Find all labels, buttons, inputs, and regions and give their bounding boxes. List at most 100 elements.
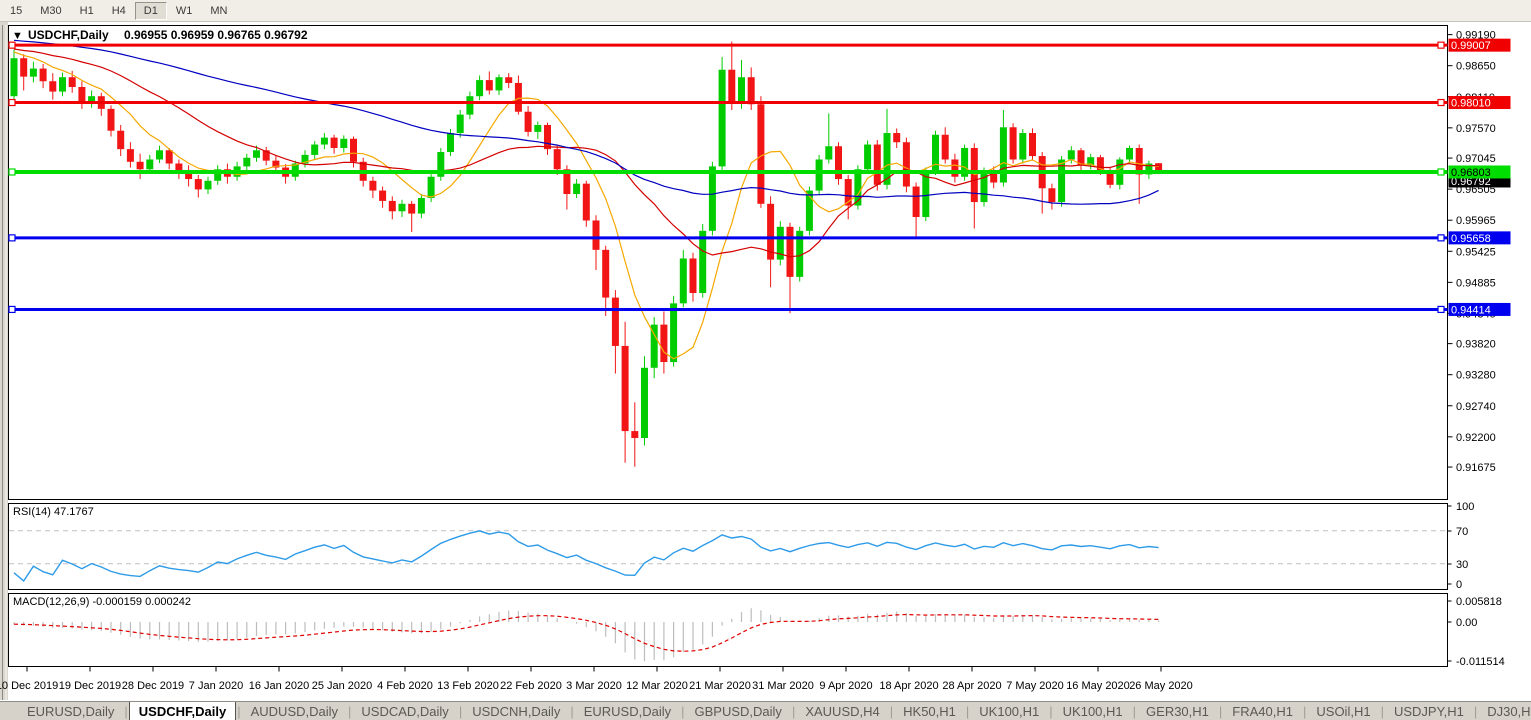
candle-body	[369, 181, 376, 191]
date-label: 3 Mar 2020	[566, 680, 622, 692]
rsi-indicator-label: RSI(14) 47.1767	[13, 506, 94, 518]
chart-tab-gbpusd-daily[interactable]: GBPUSD,Daily	[686, 702, 791, 720]
date-axis[interactable]: 10 Dec 201919 Dec 201928 Dec 20197 Jan 2…	[0, 667, 1193, 693]
chart-tab-audusd-daily[interactable]: AUDUSD,Daily	[242, 702, 347, 720]
candle-body	[253, 150, 260, 157]
hline-handle[interactable]	[9, 42, 15, 48]
price-tick-label: 0.97570	[1456, 123, 1496, 135]
candle-body	[108, 109, 115, 131]
macd-indicator-label: MACD(12,26,9) -0.000159 0.000242	[13, 596, 191, 608]
candle-body	[525, 112, 532, 132]
candle-body	[408, 204, 415, 214]
date-label: 16 Jan 2020	[249, 680, 310, 692]
date-label: 7 Jan 2020	[189, 680, 243, 692]
price-tick-label: 0.97045	[1456, 153, 1496, 165]
hline-handle[interactable]	[1438, 42, 1444, 48]
candle-body	[243, 158, 250, 167]
chart-tab-usoil-h1[interactable]: USOil,H1	[1307, 702, 1379, 720]
candle-body	[11, 58, 18, 96]
macd-panel[interactable]	[9, 594, 1448, 667]
candle-body	[913, 187, 920, 217]
date-label: 21 Mar 2020	[689, 680, 751, 692]
hline-handle[interactable]	[9, 306, 15, 312]
timeframe-button-h1[interactable]: H1	[71, 2, 103, 20]
date-label: 18 Apr 2020	[879, 680, 938, 692]
chart-tab-eurusd-daily[interactable]: EURUSD,Daily	[575, 702, 680, 720]
object-arrow-icon[interactable]: ▼	[12, 30, 23, 42]
candle-body	[951, 159, 958, 176]
candle-body	[835, 146, 842, 179]
candle-body	[1000, 127, 1007, 182]
hline-handle[interactable]	[1438, 169, 1444, 175]
chart-tab-hk50-h1[interactable]: HK50,H1	[894, 702, 965, 720]
chart-tab-xauusd-h4[interactable]: XAUUSD,H4	[796, 702, 888, 720]
candle-body	[825, 146, 832, 159]
macd-axis-label: 0.00	[1456, 617, 1477, 629]
candle-body	[30, 69, 37, 77]
timeframe-button-d1[interactable]: D1	[135, 2, 167, 20]
macd-axis-label: -0.011514	[1456, 656, 1505, 668]
candle-body	[166, 150, 173, 163]
hline-handle[interactable]	[9, 235, 15, 241]
chart-area[interactable]: 0.991900.986500.981100.975700.970450.965…	[0, 22, 1531, 700]
window-left-edge	[0, 22, 8, 700]
mt4-window: 15M30H1H4D1W1MN 0.991900.986500.981100.9…	[0, 0, 1531, 720]
candle-body	[1048, 188, 1055, 202]
date-label: 31 Mar 2020	[752, 680, 814, 692]
candle-body	[709, 166, 716, 230]
hline-handle[interactable]	[1438, 235, 1444, 241]
candle-body	[622, 346, 629, 431]
candle-body	[728, 70, 735, 103]
chart-tab-usdcad-daily[interactable]: USDCAD,Daily	[352, 702, 457, 720]
candle-body	[816, 159, 823, 190]
date-label: 12 Mar 2020	[626, 680, 688, 692]
candle-body	[699, 231, 706, 293]
chart-tab-ger30-h1[interactable]: GER30,H1	[1137, 702, 1218, 720]
rsi-axis-label: 100	[1456, 501, 1474, 513]
chart-tab-fra40-h1[interactable]: FRA40,H1	[1223, 702, 1302, 720]
candle-body	[903, 142, 910, 186]
timeframe-button-m30[interactable]: M30	[31, 2, 70, 20]
hline-handle[interactable]	[1438, 100, 1444, 106]
hline-handle[interactable]	[1438, 306, 1444, 312]
candle-body	[311, 145, 318, 155]
chart-tab-eurusd-daily[interactable]: EURUSD,Daily	[18, 702, 123, 720]
chart-tab-usdjpy-h1[interactable]: USDJPY,H1	[1385, 702, 1473, 720]
timeframe-button-h4[interactable]: H4	[103, 2, 135, 20]
chart-tab-uk100-h1[interactable]: UK100,H1	[1054, 702, 1132, 720]
candle-body	[787, 227, 794, 277]
main-chart-panel[interactable]	[9, 26, 1448, 500]
rsi-panel[interactable]	[9, 504, 1448, 590]
candle-body	[593, 220, 600, 249]
timeframe-button-mn[interactable]: MN	[201, 2, 236, 20]
price-tick-label: 0.93280	[1456, 370, 1496, 382]
candle-body	[137, 162, 144, 169]
timeframe-button-w1[interactable]: W1	[167, 2, 202, 20]
candle-body	[340, 139, 347, 148]
price-tick-label: 0.95425	[1456, 246, 1496, 258]
candle-body	[748, 77, 755, 104]
candle-body	[1126, 148, 1133, 160]
candle-body	[641, 368, 648, 438]
date-label: 7 May 2020	[1006, 680, 1063, 692]
candle-body	[680, 258, 687, 303]
candle-body	[156, 150, 163, 159]
chart-tab-dj30-h1[interactable]: DJ30,H1	[1478, 702, 1531, 720]
candle-body	[690, 258, 697, 293]
chart-tab-usdcnh-daily[interactable]: USDCNH,Daily	[463, 702, 569, 720]
candle-body	[476, 80, 483, 96]
chart-tab-uk100-h1[interactable]: UK100,H1	[970, 702, 1048, 720]
price-tick-label: 0.92740	[1456, 401, 1496, 413]
candle-body	[893, 133, 900, 142]
macd-axis-label: 0.005818	[1456, 596, 1502, 608]
date-label: 19 Dec 2019	[59, 680, 121, 692]
timeframe-button-15[interactable]: 15	[1, 2, 31, 20]
date-label: 22 Feb 2020	[500, 680, 562, 692]
candle-body	[379, 191, 386, 201]
chart-tab-usdchf-daily[interactable]: USDCHF,Daily	[129, 702, 236, 720]
candle-body	[59, 77, 66, 91]
date-label: 16 May 2020	[1066, 680, 1130, 692]
hline-handle[interactable]	[9, 169, 15, 175]
hline-handle[interactable]	[9, 100, 15, 106]
candle-body	[1019, 133, 1026, 159]
